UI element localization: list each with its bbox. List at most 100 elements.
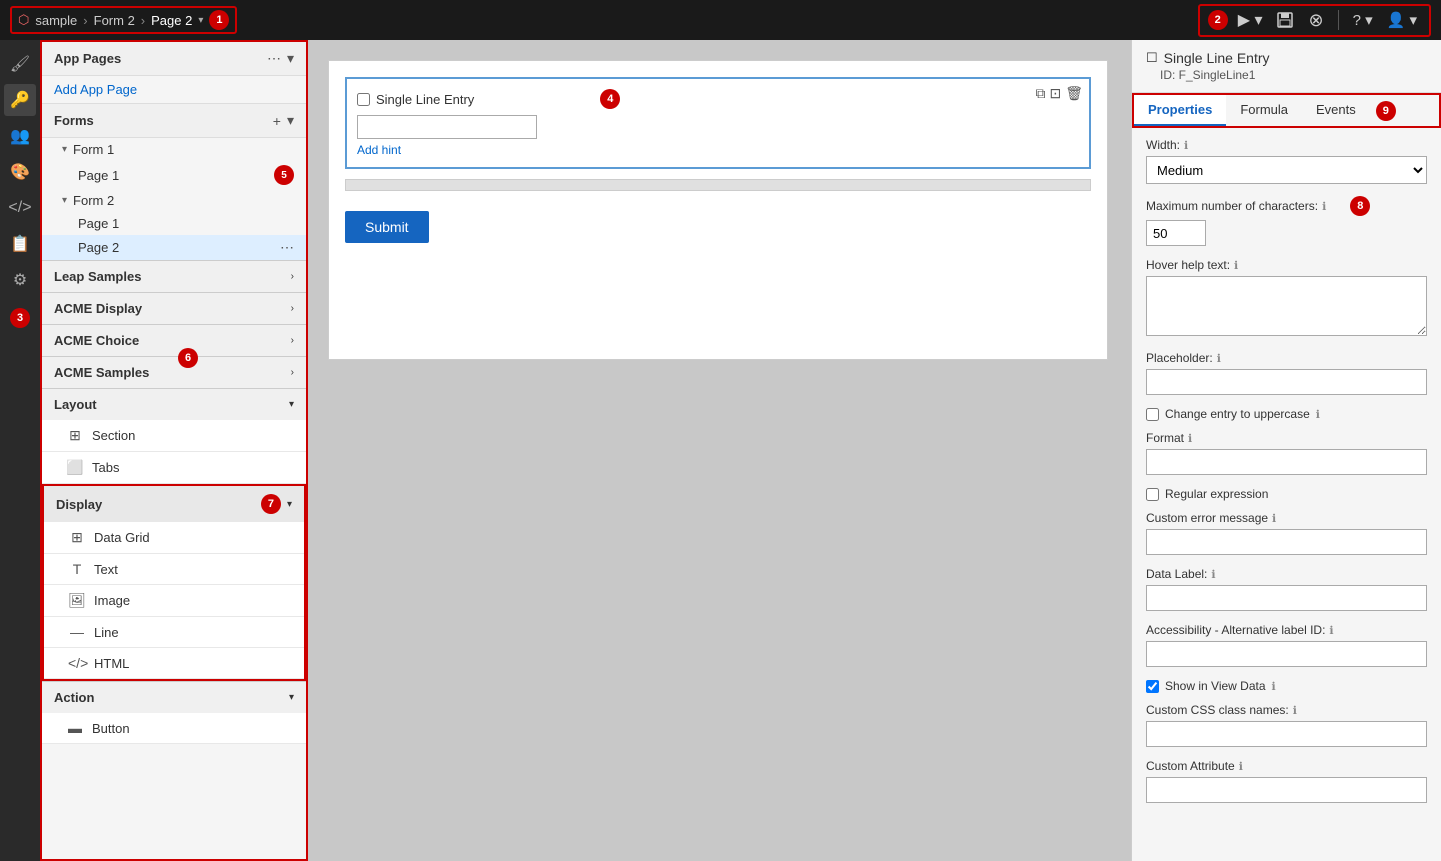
field-delete-icon[interactable]: 🗑	[1065, 85, 1083, 102]
form2-page2-item[interactable]: Page 2 ⋯	[42, 235, 306, 260]
forms-header: Forms + ▾	[42, 103, 306, 138]
app-pages-collapse-btn[interactable]: ▾	[287, 50, 294, 67]
code-icon[interactable]: </>	[4, 192, 36, 224]
data-label-info-icon[interactable]: ℹ	[1211, 568, 1215, 581]
custom-attr-info-icon[interactable]: ℹ	[1239, 760, 1243, 773]
hover-help-info-icon[interactable]: ℹ	[1234, 259, 1238, 272]
field-hint[interactable]: Add hint	[357, 143, 1079, 157]
custom-css-input[interactable]	[1146, 721, 1427, 747]
help-button[interactable]: ? ▾	[1349, 9, 1377, 31]
submit-button[interactable]: Submit	[345, 211, 429, 243]
form1-page1-item[interactable]: Page 1 5	[42, 161, 306, 189]
tab-formula[interactable]: Formula	[1226, 95, 1302, 126]
placeholder-info-icon[interactable]: ℹ	[1217, 352, 1221, 365]
image-palette-item[interactable]: 🖼 Image	[44, 585, 304, 617]
breadcrumb-dropdown-icon[interactable]: ▾	[198, 15, 203, 26]
app-pages-more-btn[interactable]: ⋯	[267, 50, 281, 67]
app-pages-header: App Pages ⋯ ▾	[42, 42, 306, 76]
leap-samples-header[interactable]: Leap Samples ›	[42, 261, 306, 292]
display-title: Display	[56, 497, 102, 512]
forms-collapse-btn[interactable]: ▾	[287, 112, 294, 129]
display-header[interactable]: Display 7 ▾	[44, 486, 304, 522]
field-required-checkbox[interactable]	[357, 93, 370, 106]
prop-format-label: Format ℹ	[1146, 431, 1427, 445]
action-title: Action	[54, 690, 94, 705]
data-grid-palette-item[interactable]: ⊞ Data Grid	[44, 522, 304, 554]
acme-display-header[interactable]: ACME Display ›	[42, 293, 306, 324]
form2-item[interactable]: ▾ Form 2	[42, 189, 306, 212]
palette-section-action: Action ▾ ▬ Button	[42, 681, 306, 744]
toolbar-separator	[1338, 10, 1339, 30]
run-button[interactable]: ▶ ▾	[1234, 8, 1267, 32]
section-label: Section	[92, 428, 135, 443]
acme-samples-header[interactable]: ACME Samples ›	[42, 357, 306, 388]
badge-3: 3	[10, 308, 30, 328]
max-chars-input[interactable]	[1146, 220, 1206, 246]
close-button[interactable]: ⊗	[1304, 8, 1327, 33]
form2-page2-label: Page 2	[78, 240, 119, 255]
acme-samples-chevron: ›	[291, 367, 294, 378]
badge-4: 4	[600, 89, 620, 109]
placeholder-input[interactable]	[1146, 369, 1427, 395]
save-button[interactable]	[1272, 9, 1298, 31]
field-move-icon[interactable]: ⊡	[1049, 85, 1061, 102]
line-palette-item[interactable]: — Line	[44, 617, 304, 648]
icon-bar: 🖌 🔑 👥 🎨 </> 📋 ⚙ 3	[0, 40, 40, 861]
breadcrumb-page2[interactable]: Page 2	[151, 13, 192, 28]
field-text-input[interactable]	[357, 115, 537, 139]
palette-section-leap: Leap Samples ›	[42, 260, 306, 292]
add-app-page-link[interactable]: Add App Page	[54, 82, 137, 97]
data-icon[interactable]: 📋	[4, 228, 36, 260]
prop-width: Width: ℹ Medium Small Large Extra Large	[1146, 138, 1427, 184]
form1-item[interactable]: ▾ Form 1	[42, 138, 306, 161]
data-label-input[interactable]	[1146, 585, 1427, 611]
palette-icon[interactable]: 🖌	[4, 48, 36, 80]
tab-properties[interactable]: Properties	[1134, 95, 1226, 126]
uppercase-checkbox[interactable]	[1146, 408, 1159, 421]
users-icon[interactable]: 👥	[4, 120, 36, 152]
custom-error-input[interactable]	[1146, 529, 1427, 555]
user-button[interactable]: 👤 ▾	[1383, 9, 1421, 31]
format-input[interactable]	[1146, 449, 1427, 475]
accessibility-info-icon[interactable]: ℹ	[1329, 624, 1333, 637]
custom-error-info-icon[interactable]: ℹ	[1272, 512, 1276, 525]
forms-add-btn[interactable]: +	[273, 113, 281, 129]
form-canvas: ⧉ ⊡ 🗑 Single Line Entry 4 Add hint Submi…	[328, 60, 1108, 360]
show-view-data-checkbox[interactable]	[1146, 680, 1159, 693]
tab-events[interactable]: Events	[1302, 95, 1370, 126]
uppercase-label: Change entry to uppercase	[1165, 407, 1310, 421]
palette-section-acme-choice: ACME Choice ›	[42, 324, 306, 356]
accessibility-input[interactable]	[1146, 641, 1427, 667]
field-copy-icon[interactable]: ⧉	[1035, 85, 1045, 102]
custom-attr-input[interactable]	[1146, 777, 1427, 803]
width-info-icon[interactable]: ℹ	[1184, 139, 1188, 152]
tabs-palette-item[interactable]: ⬜ Tabs	[42, 452, 306, 484]
text-palette-item[interactable]: T Text	[44, 554, 304, 585]
text-icon: T	[68, 561, 86, 577]
section-icon: ⊞	[66, 427, 84, 444]
width-select[interactable]: Medium Small Large Extra Large	[1146, 156, 1427, 184]
regex-checkbox[interactable]	[1146, 488, 1159, 501]
action-header[interactable]: Action ▾	[42, 682, 306, 713]
breadcrumb-form2[interactable]: Form 2	[94, 13, 135, 28]
format-info-icon[interactable]: ℹ	[1188, 432, 1192, 445]
section-palette-item[interactable]: ⊞ Section	[42, 420, 306, 452]
html-palette-item[interactable]: </> HTML	[44, 648, 304, 679]
page2-more-btn[interactable]: ⋯	[280, 239, 294, 256]
custom-css-info-icon[interactable]: ℹ	[1293, 704, 1297, 717]
forms-icon[interactable]: 🔑	[4, 84, 36, 116]
uppercase-info-icon[interactable]: ℹ	[1316, 408, 1320, 421]
acme-choice-header[interactable]: ACME Choice ›	[42, 325, 306, 356]
breadcrumb-sample[interactable]: sample	[35, 13, 77, 28]
prop-show-view-data: Show in View Data ℹ	[1146, 679, 1427, 693]
design-icon[interactable]: 🎨	[4, 156, 36, 188]
form2-page1-item[interactable]: Page 1	[42, 212, 306, 235]
settings-icon[interactable]: ⚙	[4, 264, 36, 296]
single-line-field[interactable]: ⧉ ⊡ 🗑 Single Line Entry 4 Add hint	[345, 77, 1091, 169]
max-chars-info-icon[interactable]: ℹ	[1322, 200, 1326, 213]
show-view-data-info-icon[interactable]: ℹ	[1272, 680, 1276, 693]
right-panel: ☐ Single Line Entry ID: F_SingleLine1 Pr…	[1131, 40, 1441, 861]
button-palette-item[interactable]: ▬ Button	[42, 713, 306, 744]
hover-help-textarea[interactable]	[1146, 276, 1427, 336]
layout-header[interactable]: Layout ▾	[42, 389, 306, 420]
